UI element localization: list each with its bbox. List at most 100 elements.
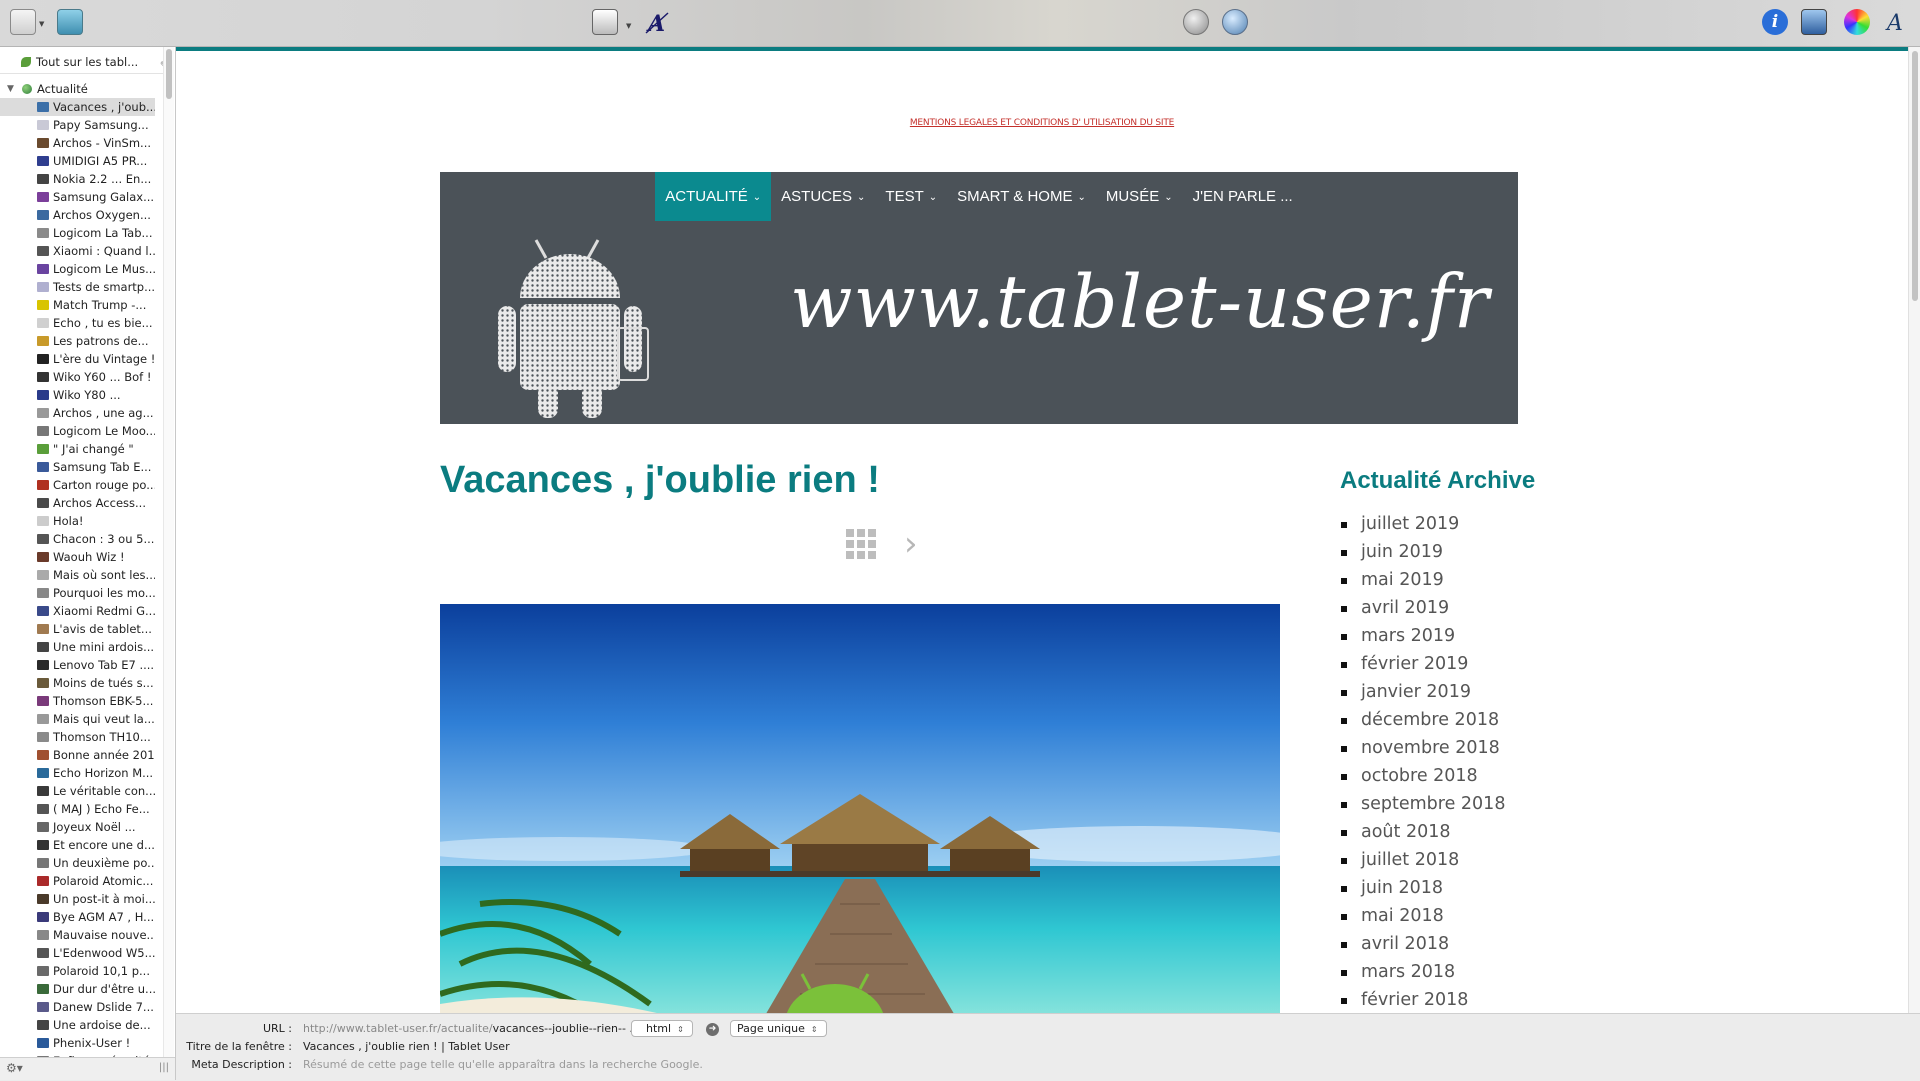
disclosure-triangle-icon[interactable]: ▼ xyxy=(7,80,14,98)
preview-disc-icon[interactable] xyxy=(1183,9,1209,35)
page-layout-icon[interactable] xyxy=(10,9,36,35)
sidebar-page-item[interactable]: Logicom La Tab... xyxy=(0,224,155,242)
sidebar-page-item[interactable]: Chacon : 3 ou 5... xyxy=(0,530,155,548)
page-scroll-thumb[interactable] xyxy=(1912,51,1918,301)
url-field[interactable]: http://www.tablet-user.fr/actualite/vaca… xyxy=(303,1022,633,1035)
sidebar-page-item[interactable]: Papy Samsung... xyxy=(0,116,155,134)
nav-item[interactable]: ASTUCES ⌄ xyxy=(771,172,875,221)
sidebar-page-item[interactable]: Une ardoise de... xyxy=(0,1016,155,1034)
url-slug[interactable]: vacances--joublie--rien-- . xyxy=(493,1022,633,1035)
sidebar-page-item[interactable]: Bonne année 2019 xyxy=(0,746,155,764)
sidebar-page-item[interactable]: Xiaomi : Quand l... xyxy=(0,242,155,260)
sidebar-page-item[interactable]: Vacances , j'oub... xyxy=(0,98,155,116)
sidebar-page-item[interactable]: Lenovo Tab E7 ..... xyxy=(0,656,155,674)
sidebar-page-item[interactable]: Logicom Le Moo... xyxy=(0,422,155,440)
sidebar-page-item[interactable]: Pourquoi les mo... xyxy=(0,584,155,602)
sidebar-scrollbar[interactable] xyxy=(163,47,174,1080)
sidebar-page-item[interactable]: Les patrons de... xyxy=(0,332,155,350)
archive-link[interactable]: juillet 2019 xyxy=(1341,510,1505,538)
archive-link[interactable]: mai 2018 xyxy=(1341,902,1505,930)
archive-link[interactable]: mars 2019 xyxy=(1341,622,1505,650)
sidebar-page-item[interactable]: Polaroid Atomic... xyxy=(0,872,155,890)
chevron-down-icon[interactable]: ▼ xyxy=(39,20,44,28)
screen-icon[interactable] xyxy=(1801,9,1827,35)
page-mode-select[interactable]: Page unique ⇕ xyxy=(730,1020,827,1037)
window-title-field[interactable]: Vacances , j'oublie rien ! | Tablet User xyxy=(303,1040,510,1053)
sidebar-page-item[interactable]: Tests de smartp... xyxy=(0,278,155,296)
sidebar-page-item[interactable]: Archos Access... xyxy=(0,494,155,512)
sidebar-page-item[interactable]: Une mini ardois... xyxy=(0,638,155,656)
sidebar-page-item[interactable]: Mauvaise nouve... xyxy=(0,926,155,944)
archive-link[interactable]: avril 2019 xyxy=(1341,594,1505,622)
sidebar-page-item[interactable]: " J'ai changé " xyxy=(0,440,155,458)
text-style-icon[interactable]: A xyxy=(644,9,670,37)
archive-link[interactable]: juin 2018 xyxy=(1341,874,1505,902)
archive-link[interactable]: septembre 2018 xyxy=(1341,790,1505,818)
sidebar-page-item[interactable]: L'avis de tablet... xyxy=(0,620,155,638)
sidebar-page-item[interactable]: Et encore une d... xyxy=(0,836,155,854)
sidebar-page-item[interactable]: L'ère du Vintage ! xyxy=(0,350,155,368)
gear-icon[interactable]: ⚙▾ xyxy=(6,1061,23,1075)
sidebar-page-item[interactable]: Wiko Y60 ... Bof ! xyxy=(0,368,155,386)
archive-link[interactable]: février 2018 xyxy=(1341,986,1505,1013)
sidebar-page-item[interactable]: UMIDIGI A5 PR... xyxy=(0,152,155,170)
nav-item[interactable]: J'EN PARLE ... xyxy=(1183,172,1303,221)
nav-item[interactable]: MUSÉE ⌄ xyxy=(1096,172,1183,221)
sidebar-page-item[interactable]: Archos , une ag... xyxy=(0,404,155,422)
section-row-actualite[interactable]: ▼ Actualité xyxy=(0,80,175,98)
sidebar-page-item[interactable]: Xiaomi Redmi G... xyxy=(0,602,155,620)
sidebar-page-item[interactable]: Phenix-User ! xyxy=(0,1034,155,1052)
sidebar-page-item[interactable]: Joyeux Noël ... xyxy=(0,818,155,836)
archive-link[interactable]: janvier 2019 xyxy=(1341,678,1505,706)
grid-view-icon[interactable] xyxy=(846,529,876,559)
sidebar-page-item[interactable]: Moins de tués s... xyxy=(0,674,155,692)
archive-link[interactable]: octobre 2018 xyxy=(1341,762,1505,790)
chevron-down-icon[interactable]: ▼ xyxy=(626,22,631,30)
nav-item[interactable]: SMART & HOME ⌄ xyxy=(947,172,1096,221)
sidebar-page-item[interactable]: Un deuxième po... xyxy=(0,854,155,872)
sidebar-page-item[interactable]: Bye AGM A7 , H... xyxy=(0,908,155,926)
sidebar-page-item[interactable]: Danew Dslide 7... xyxy=(0,998,155,1016)
sidebar-page-item[interactable]: Dur dur d'être u... xyxy=(0,980,155,998)
sidebar-scroll-thumb[interactable] xyxy=(166,49,172,99)
sidebar-page-item[interactable]: Match Trump -... xyxy=(0,296,155,314)
media-picture-icon[interactable] xyxy=(592,9,618,35)
nav-item[interactable]: TEST ⌄ xyxy=(875,172,947,221)
sidebar-page-item[interactable]: Mais où sont les... xyxy=(0,566,155,584)
info-icon[interactable]: i xyxy=(1762,9,1788,35)
meta-description-field[interactable]: Résumé de cette page telle qu'elle appar… xyxy=(303,1058,703,1071)
archive-link[interactable]: février 2019 xyxy=(1341,650,1505,678)
sidebar-page-item[interactable]: Le véritable con... xyxy=(0,782,155,800)
color-wheel-icon[interactable] xyxy=(1844,9,1870,35)
sidebar-page-item[interactable]: Thomson TH10... xyxy=(0,728,155,746)
resize-grip-icon[interactable]: ||| xyxy=(159,1062,169,1073)
sidebar-page-item[interactable]: ( MAJ ) Echo Fe... xyxy=(0,800,155,818)
sidebar-page-item[interactable]: Samsung Galax... xyxy=(0,188,155,206)
extension-select[interactable]: html ⇕ xyxy=(631,1020,693,1037)
archive-link[interactable]: juillet 2018 xyxy=(1341,846,1505,874)
publish-icon[interactable] xyxy=(1222,9,1248,35)
font-icon[interactable]: A xyxy=(1882,9,1908,36)
legal-link[interactable]: MENTIONS LEGALES ET CONDITIONS D' UTILIS… xyxy=(176,118,1908,128)
go-arrow-icon[interactable]: ➜ xyxy=(706,1023,719,1036)
sidebar-page-item[interactable]: Echo , tu es bie... xyxy=(0,314,155,332)
archive-link[interactable]: décembre 2018 xyxy=(1341,706,1505,734)
sidebar-page-item[interactable]: Polaroid 10,1 p... xyxy=(0,962,155,980)
site-title-row[interactable]: Tout sur les tabl... ✎ xyxy=(0,51,169,74)
archive-link[interactable]: juin 2019 xyxy=(1341,538,1505,566)
sidebar-page-item[interactable]: L'Edenwood W5... xyxy=(0,944,155,962)
sidebar-page-item[interactable]: Un post-it à moi... xyxy=(0,890,155,908)
page-scrollbar[interactable] xyxy=(1908,47,1920,1013)
archive-link[interactable]: novembre 2018 xyxy=(1341,734,1505,762)
sidebar-page-item[interactable]: Hola! xyxy=(0,512,155,530)
sidebar-page-item[interactable]: Waouh Wiz ! xyxy=(0,548,155,566)
sidebar-page-item[interactable]: Archos Oxygen... xyxy=(0,206,155,224)
sidebar-page-item[interactable]: Carton rouge po... xyxy=(0,476,155,494)
multi-window-icon[interactable] xyxy=(57,9,83,35)
chevron-right-icon[interactable]: › xyxy=(904,527,918,561)
sidebar-page-item[interactable]: Samsung Tab E... xyxy=(0,458,155,476)
archive-link[interactable]: mars 2018 xyxy=(1341,958,1505,986)
archive-link[interactable]: mai 2019 xyxy=(1341,566,1505,594)
sidebar-page-item[interactable]: Archos - VinSm... xyxy=(0,134,155,152)
sidebar-page-item[interactable]: Wiko Y80 ... xyxy=(0,386,155,404)
